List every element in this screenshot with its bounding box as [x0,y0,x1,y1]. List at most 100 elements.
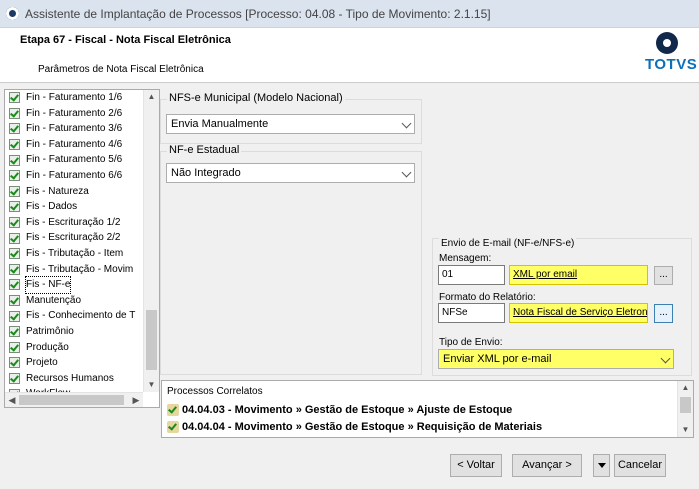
tree-item[interactable]: Fin - Faturamento 3/6 [5,121,143,137]
tree-item[interactable]: Recursos Humanos [5,371,143,387]
tree-item[interactable]: Fis - Natureza [5,184,143,200]
nfe-select[interactable]: Não Integrado [166,163,415,183]
completed-check-icon [9,123,20,135]
email-legend: Envio de E-mail (NF-e/NFS-e) [439,238,577,249]
tree-item[interactable]: Fis - Tributação - Movim [5,262,143,278]
tree-item[interactable]: Fin - Faturamento 1/6 [5,90,143,106]
logo-mark-icon [656,32,678,54]
tree-item-label: Fin - Faturamento 1/6 [26,92,123,103]
completed-check-icon [9,139,20,151]
nfe-group: NF-e Estadual Não Integrado [160,144,422,375]
related-processes-panel: Processos Correlatos 04.04.03 - Moviment… [161,380,694,438]
tree-item-label: Fis - NF-e [24,276,72,294]
scroll-up-icon[interactable]: ▲ [144,90,159,104]
wizard-footer: < Voltar Avançar > Cancelar [0,442,699,489]
wizard-header: Etapa 67 - Fiscal - Nota Fiscal Eletrôni… [0,28,699,83]
tree-item-label: Fis - Dados [26,201,78,213]
tipo-envio-select[interactable]: Enviar XML por e-mail [438,349,674,369]
steps-tree: Fin - Faturamento 1/6 Fin - Faturamento 2… [4,89,160,408]
tree-item-label: Produção [26,341,69,353]
nfse-legend: NFS-e Municipal (Modelo Nacional) [167,92,345,104]
tree-item-label: Fin - Faturamento 4/6 [26,138,123,150]
tree-item[interactable]: Produção [5,340,143,356]
related-process-row[interactable]: 04.04.03 - Movimento » Gestão de Estoque… [167,404,512,416]
tree-item-label: Projeto [26,357,58,369]
tree-item[interactable]: Fin - Faturamento 2/6 [5,106,143,122]
tree-item-label: Fin - Faturamento 2/6 [26,107,123,119]
nfe-select-value: Não Integrado [171,167,241,179]
window-title: Assistente de Implantação de Processos [… [25,6,491,21]
formato-lookup-button[interactable]: ... [654,304,673,323]
tree-item[interactable]: Fis - Tributação - Item [5,246,143,262]
logo-text: TOTVS [645,56,698,73]
tree-item-label: Fis - Escrituração 2/2 [26,232,121,244]
tree-item[interactable]: Fis - Escrituração 1/2 [5,215,143,231]
related-process-row[interactable]: 04.04.04 - Movimento » Gestão de Estoque… [167,421,542,433]
related-processes-scrollbar[interactable]: ▲ ▼ [677,381,693,437]
tree-item[interactable]: Fis - Escrituração 2/2 [5,230,143,246]
cancel-button[interactable]: Cancelar [614,454,666,477]
steps-list: Fin - Faturamento 1/6 Fin - Faturamento 2… [5,90,143,392]
completed-check-icon [9,279,20,291]
nfse-select-value: Envia Manualmente [171,118,269,130]
completed-check-icon [9,154,20,166]
title-bar: Assistente de Implantação de Processos [… [0,0,699,28]
formato-code-input[interactable]: NFSe [438,303,505,323]
scroll-down-icon[interactable]: ▼ [144,378,159,392]
hscroll-thumb[interactable] [19,395,124,405]
mensagem-label: Mensagem: [439,253,492,264]
related-processes-title: Processos Correlatos [167,386,263,397]
completed-check-icon [9,201,20,213]
tree-item-label: Manutenção [26,294,82,306]
chevron-down-icon [401,167,412,178]
tree-item-label: Fis - Escrituração 1/2 [26,216,121,228]
tree-item[interactable]: Fis - Dados [5,199,143,215]
tree-vertical-scrollbar[interactable]: ▲ ▼ [143,90,159,392]
completed-check-icon [9,185,20,197]
completed-check-icon [9,310,20,322]
process-check-icon [167,421,179,433]
completed-check-icon [9,341,20,353]
scroll-thumb[interactable] [680,397,691,413]
formato-label: Formato do Relatório: [439,292,536,303]
back-button[interactable]: < Voltar [450,454,502,477]
nfse-select[interactable]: Envia Manualmente [166,114,415,134]
completed-check-icon [9,295,20,307]
email-group: Envio de E-mail (NF-e/NFS-e) Mensagem: 0… [432,238,692,376]
tree-item-label: Fis - Tributação - Item [26,247,124,259]
tree-item-label: Fin - Faturamento 3/6 [26,123,123,135]
tipo-label: Tipo de Envio: [439,337,503,348]
tree-item[interactable]: Fis - Conhecimento de T [5,308,143,324]
completed-check-icon [9,217,20,229]
tree-item[interactable]: Fin - Faturamento 5/6 [5,152,143,168]
process-check-icon [167,404,179,416]
next-button[interactable]: Avançar > [512,454,582,477]
completed-check-icon [9,372,20,384]
completed-check-icon [9,92,20,104]
mensagem-lookup-button[interactable]: ... [654,266,673,285]
tree-item[interactable]: Manutenção [5,293,143,309]
formato-desc-field: Nota Fiscal de Serviço Eletron [509,303,648,323]
tree-item[interactable]: Fin - Faturamento 4/6 [5,137,143,153]
scroll-down-icon[interactable]: ▼ [678,423,693,437]
tree-item[interactable]: Fis - NF-e [5,276,143,294]
tree-item[interactable]: Projeto [5,355,143,371]
mensagem-desc-field: XML por email [509,265,648,285]
scroll-left-icon[interactable]: ◀ [5,393,19,407]
completed-check-icon [9,107,20,119]
mensagem-code-input[interactable]: 01 [438,265,505,285]
scroll-right-icon[interactable]: ▶ [129,393,143,407]
completed-check-icon [9,248,20,260]
completed-check-icon [9,232,20,244]
caret-down-icon [597,462,606,468]
chevron-down-icon [401,118,412,129]
chevron-down-icon [660,353,671,364]
app-icon [6,7,19,20]
scroll-up-icon[interactable]: ▲ [678,381,693,395]
options-dropdown-button[interactable] [593,454,610,477]
tree-item[interactable]: Patrimônio [5,324,143,340]
scroll-thumb[interactable] [146,310,157,370]
tree-item[interactable]: Fin - Faturamento 6/6 [5,168,143,184]
nfe-legend: NF-e Estadual [167,144,242,156]
tree-horizontal-scrollbar[interactable]: ◀ ▶ [5,392,143,407]
